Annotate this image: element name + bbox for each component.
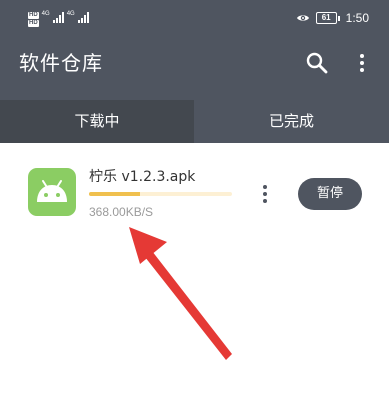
file-name: 柠乐 v1.2.3.apk (89, 169, 196, 185)
signal-icon (52, 12, 64, 23)
status-time: 1:50 (345, 11, 369, 25)
hd-label: HD (28, 20, 39, 27)
download-progress-bar (89, 192, 232, 196)
page-title: 软件仓库 (19, 51, 103, 75)
pause-button[interactable]: 暂停 (298, 178, 362, 210)
hd-indicators: HD HD (28, 12, 39, 27)
app-icon (28, 168, 76, 216)
search-icon (306, 52, 328, 74)
tab-completed[interactable]: 已完成 (194, 100, 389, 143)
eye-icon (296, 15, 309, 21)
more-vert-icon (258, 182, 272, 206)
hd-label: HD (28, 12, 39, 19)
download-speed: 368.00KB/S (89, 205, 154, 219)
tab-downloading[interactable]: 下载中 (0, 100, 194, 143)
more-vert-icon (352, 50, 372, 76)
status-right-group: 61 1:50 (296, 11, 369, 25)
network-label: 4G (41, 11, 50, 17)
android-icon (37, 180, 67, 202)
network-label: 4G (66, 11, 75, 17)
download-progress-fill (89, 192, 141, 196)
battery-icon: 61 (315, 12, 340, 24)
search-button[interactable] (304, 50, 330, 76)
status-left-group: HD HD 4G 4G (28, 11, 89, 27)
app-header: HD HD 4G 4G 61 1:50 软件仓库 下载中 已完成 (0, 0, 389, 143)
status-bar: HD HD 4G 4G 61 1:50 (0, 0, 389, 40)
battery-level: 61 (315, 12, 337, 24)
item-more-button[interactable] (258, 182, 272, 206)
signal-icon (77, 12, 89, 23)
more-options-button[interactable] (352, 50, 372, 76)
